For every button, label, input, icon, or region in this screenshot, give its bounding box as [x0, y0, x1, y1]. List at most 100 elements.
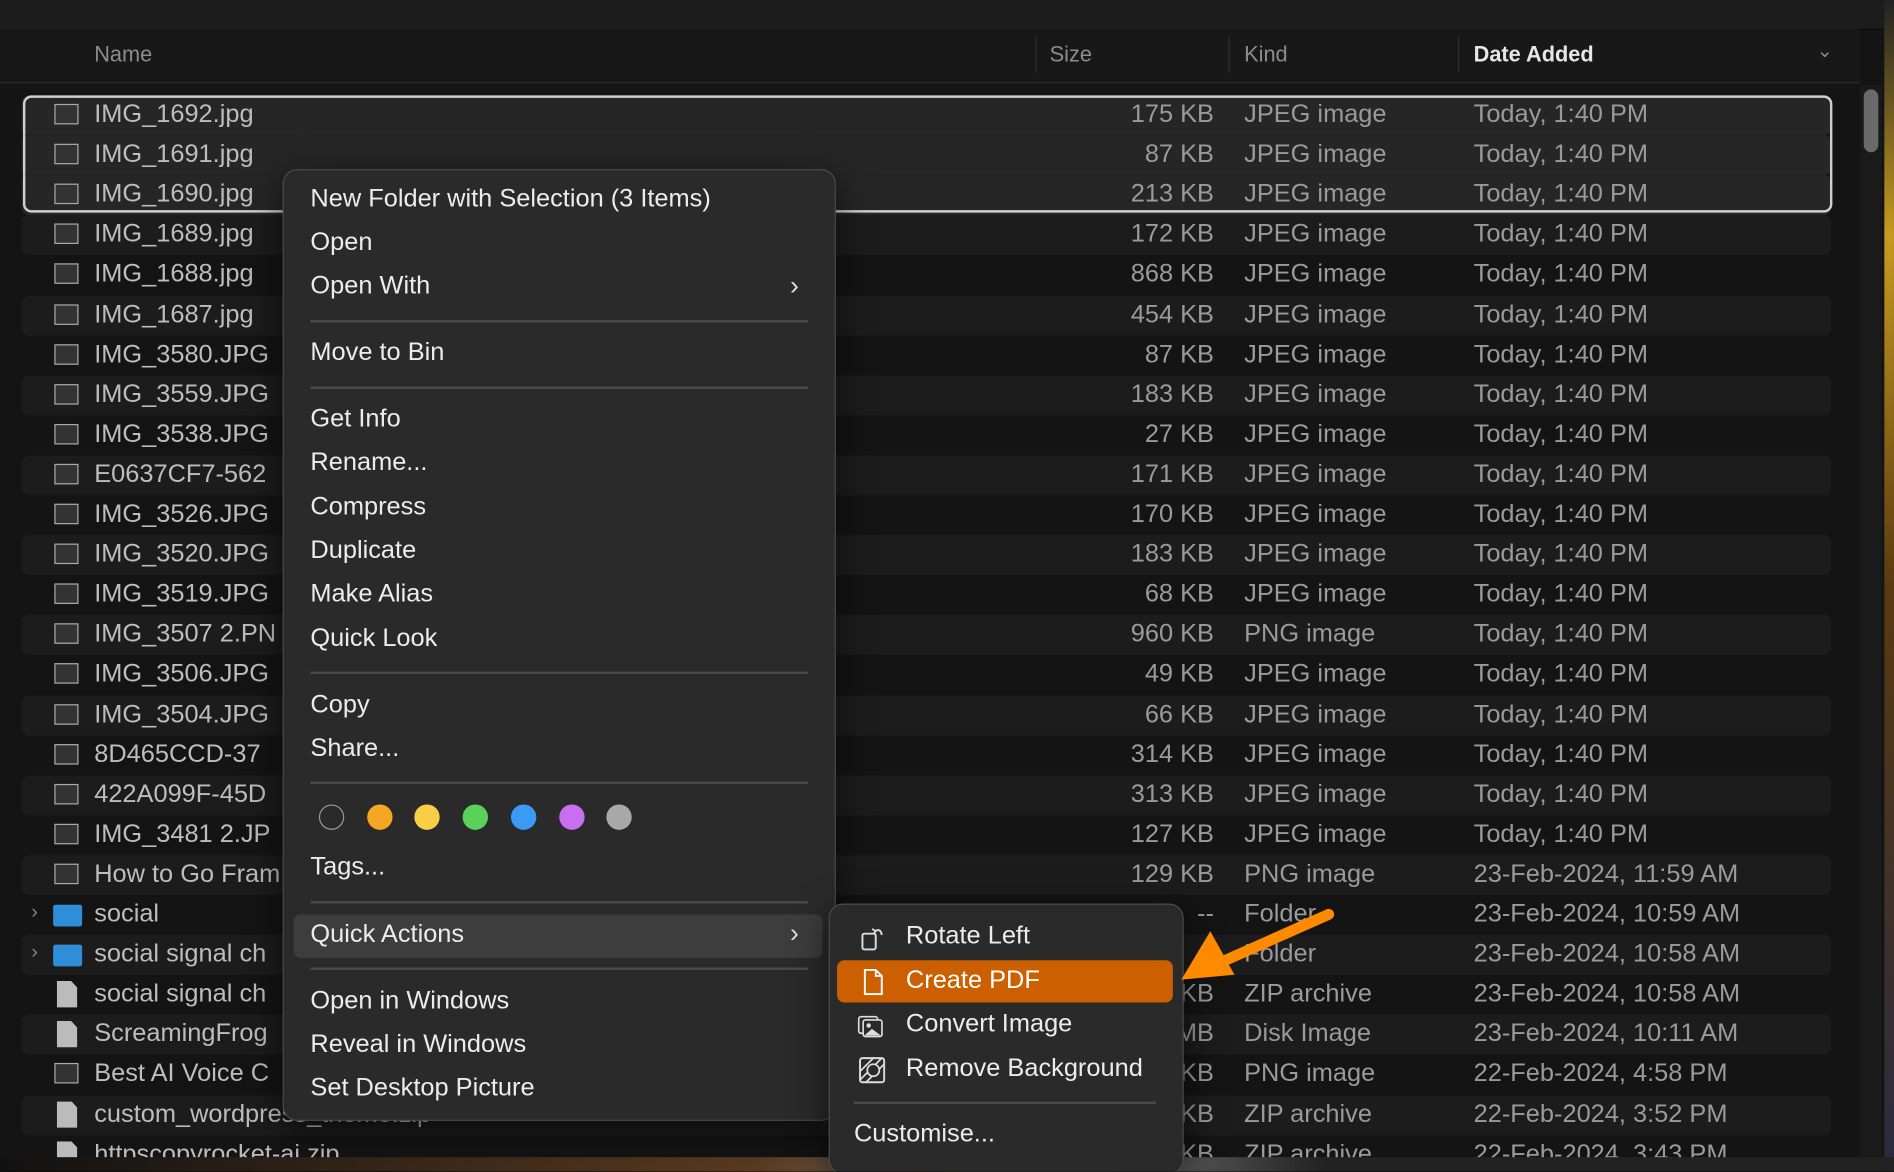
menu-item-quick-look[interactable]: Quick Look: [310, 624, 437, 653]
file-name: IMG_3506.JPG: [94, 659, 270, 688]
file-kind: JPEG image: [1244, 540, 1387, 568]
menu-item-open-with[interactable]: Open With: [310, 272, 430, 301]
menu-item-compress[interactable]: Compress: [310, 493, 426, 522]
file-date-added: Today, 1:40 PM: [1473, 460, 1649, 488]
file-name: IMG_3504.JPG: [94, 699, 270, 728]
file-name: Best AI Voice C: [94, 1059, 270, 1088]
menu-item-new-folder-with-selection[interactable]: New Folder with Selection (3 Items): [310, 185, 710, 214]
file-kind: Disk Image: [1244, 1019, 1372, 1048]
file-size: 27 KB: [1144, 420, 1214, 448]
file-name: IMG_3507 2.PN: [94, 620, 277, 648]
menu-item-copy[interactable]: Copy: [310, 691, 369, 720]
submenu-item-convert-image[interactable]: Convert Image: [906, 1010, 1072, 1039]
chevron-right-icon: ›: [789, 270, 799, 301]
image-thumbnail-icon: [54, 783, 79, 805]
menu-item-get-info[interactable]: Get Info: [310, 405, 400, 434]
scrollbar-thumb[interactable]: [1863, 89, 1879, 153]
file-size: 454 KB: [1130, 300, 1214, 328]
file-size: 868 KB: [1130, 260, 1214, 288]
submenu-item-customise[interactable]: Customise...: [854, 1120, 995, 1149]
file-kind: PNG image: [1244, 620, 1376, 648]
tag-color-5[interactable]: [558, 804, 585, 830]
column-header: Name Size Kind Date Added ⌄: [0, 28, 1861, 84]
finder-window: Name Size Kind Date Added ⌄ IMG_1692.jpg…: [0, 0, 1894, 1172]
menu-divider: [310, 967, 809, 970]
menu-item-set-desktop-picture[interactable]: Set Desktop Picture: [310, 1074, 534, 1103]
file-name: 8D465CCD-37: [94, 739, 261, 768]
submenu-item-create-pdf[interactable]: Create PDF: [906, 966, 1040, 995]
file-name: 422A099F-45D: [94, 779, 267, 808]
file-date-added: Today, 1:40 PM: [1473, 699, 1649, 728]
disclosure-triangle-icon[interactable]: ›: [31, 942, 37, 964]
file-date-added: Today, 1:40 PM: [1473, 659, 1649, 688]
file-date-added: 23-Feb-2024, 10:11 AM: [1473, 1019, 1739, 1048]
submenu-item-remove-background[interactable]: Remove Background: [906, 1054, 1143, 1083]
menu-item-move-to-bin[interactable]: Move to Bin: [310, 338, 444, 367]
file-kind: JPEG image: [1244, 260, 1387, 288]
menu-item-duplicate[interactable]: Duplicate: [310, 536, 416, 565]
file-date-added: 23-Feb-2024, 10:58 AM: [1473, 939, 1741, 968]
file-name: social signal ch: [94, 979, 267, 1008]
menu-item-open[interactable]: Open: [310, 228, 372, 257]
file-name: IMG_1687.jpg: [94, 300, 254, 328]
file-date-added: Today, 1:40 PM: [1473, 580, 1649, 608]
sort-chevron-icon[interactable]: ⌄: [1817, 39, 1833, 63]
file-kind: PNG image: [1244, 859, 1376, 888]
menu-item-reveal-in-windows[interactable]: Reveal in Windows: [310, 1030, 526, 1059]
column-date-added[interactable]: Date Added: [1474, 42, 1594, 67]
file-name: IMG_3538.JPG: [94, 420, 270, 448]
image-thumbnail-icon: [54, 423, 79, 445]
file-kind: JPEG image: [1244, 300, 1387, 328]
image-thumbnail-icon: [54, 503, 79, 525]
tag-color-3[interactable]: [462, 804, 489, 830]
image-thumbnail-icon: [54, 343, 79, 365]
file-kind: JPEG image: [1244, 340, 1387, 368]
file-name: IMG_1689.jpg: [94, 220, 254, 248]
file-kind: JPEG image: [1244, 699, 1387, 728]
image-thumbnail-icon: [54, 263, 79, 285]
menu-item-make-alias[interactable]: Make Alias: [310, 580, 433, 609]
menu-item-share[interactable]: Share...: [310, 734, 399, 763]
menu-divider: [853, 1101, 1156, 1104]
disclosure-triangle-icon[interactable]: ›: [31, 902, 37, 924]
file-name: IMG_3519.JPG: [94, 580, 270, 608]
scrollbar[interactable]: [1860, 84, 1882, 1158]
file-date-added: Today, 1:40 PM: [1473, 739, 1649, 768]
folder-icon: [53, 904, 83, 927]
file-date-added: 22-Feb-2024, 4:58 PM: [1473, 1059, 1728, 1088]
image-thumbnail-icon: [54, 663, 79, 685]
file-size: 171 KB: [1130, 460, 1214, 488]
menu-item-quick-actions[interactable]: Quick Actions: [310, 920, 464, 949]
menu-item-rename[interactable]: Rename...: [310, 448, 427, 477]
image-thumbnail-icon: [54, 223, 79, 245]
column-divider[interactable]: [1457, 36, 1460, 73]
column-kind[interactable]: Kind: [1244, 42, 1288, 67]
file-date-added: Today, 1:40 PM: [1473, 779, 1649, 808]
image-thumbnail-icon: [54, 1063, 79, 1084]
file-name: ScreamingFrog: [94, 1019, 268, 1048]
file-date-added: 23-Feb-2024, 11:59 AM: [1473, 859, 1739, 888]
menu-divider: [310, 781, 809, 784]
file-name: IMG_3559.JPG: [94, 380, 270, 408]
file-kind: JPEG image: [1244, 460, 1387, 488]
menu-divider: [310, 386, 809, 389]
menu-item-tags[interactable]: Tags...: [310, 853, 385, 882]
column-divider[interactable]: [1228, 36, 1230, 73]
menu-item-open-in-windows[interactable]: Open in Windows: [310, 987, 509, 1016]
file-date-added: 23-Feb-2024, 10:58 AM: [1473, 979, 1741, 1008]
column-divider[interactable]: [1035, 36, 1037, 73]
column-name[interactable]: Name: [94, 42, 152, 67]
file-size: KB: [1180, 1059, 1214, 1088]
file-kind: JPEG image: [1244, 220, 1387, 248]
submenu-item-rotate-left[interactable]: Rotate Left: [906, 922, 1030, 951]
file-name: social: [94, 899, 160, 928]
file-name: E0637CF7-562: [94, 460, 267, 488]
tag-color-1[interactable]: [366, 804, 393, 830]
image-thumbnail-icon: [54, 863, 79, 885]
file-kind: JPEG image: [1244, 420, 1387, 448]
file-size: 49 KB: [1144, 659, 1214, 688]
column-size[interactable]: Size: [1050, 42, 1092, 67]
tag-color-4[interactable]: [510, 804, 537, 830]
tag-color-0[interactable]: [318, 804, 345, 830]
file-kind: ZIP archive: [1244, 1099, 1372, 1128]
